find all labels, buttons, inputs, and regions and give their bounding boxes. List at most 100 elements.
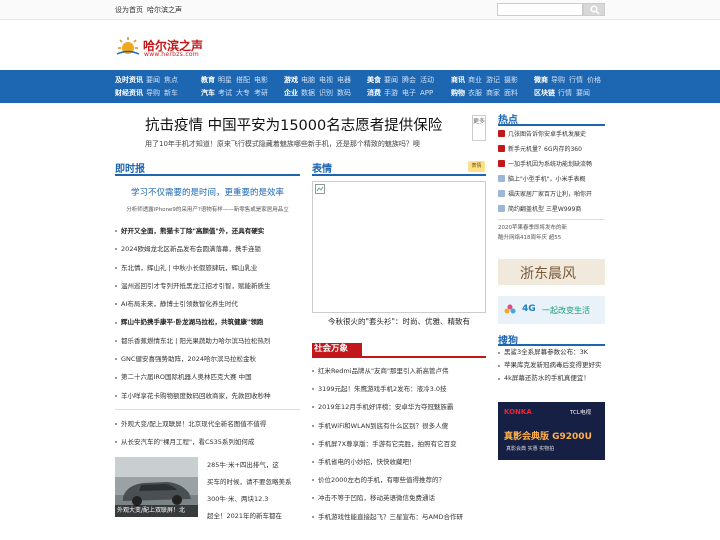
nav-heading[interactable]: 游戏 (284, 76, 298, 84)
site-logo[interactable]: 哈尔滨之声 www.herbzs.com (115, 36, 225, 60)
list-item[interactable]: AI布局未来，静博士引领数智化养生时代 (115, 295, 301, 313)
ad-banner-4g[interactable]: 4G 一起改变生活 (498, 296, 605, 324)
nav-item[interactable]: 导购 (551, 76, 565, 84)
list-item[interactable]: 手机WiFi和WLAN到底有什么区别？很多人傻 (312, 417, 487, 435)
ad-banner-konka[interactable]: KONKA TCL电视 真影会典版 G9200U 真影会典 实惠 实物拍 (498, 402, 605, 460)
list-item[interactable]: 苹果库克发新冠病毒后变得更好实 (498, 359, 606, 372)
car-text-line[interactable]: 300牛·米、两块12.3 (207, 491, 299, 508)
nav-item[interactable]: 要闻 (384, 76, 398, 84)
nav-item[interactable]: APP (420, 89, 433, 97)
list-item[interactable]: 从长安汽车的"裸月工程"，看CS35系列如何成 (115, 433, 301, 451)
set-home-link[interactable]: 设为首页 (115, 5, 143, 15)
ad-banner-zhe-text: 浙东晨风 (520, 266, 576, 282)
list-item[interactable]: 都乐香蕉燃情东北 | 阳光果蔬助力哈尔滨马拉松热烈 (115, 332, 301, 350)
nav-item[interactable]: 商业 (468, 76, 482, 84)
society-section-title[interactable]: 社会万象 (312, 343, 362, 356)
list-item[interactable]: 好开又全面，熊猫卡丁除"高颜值"外，还具有硬实 (115, 222, 301, 240)
list-item[interactable]: 冲击不等于凹陷，移动英语微信免费通话 (312, 489, 487, 507)
nav-heading[interactable]: 及时资讯 (115, 76, 143, 84)
list-item[interactable]: 黑鲨3全系屏幕参数公布：3K (498, 346, 606, 359)
nav-item[interactable]: 识别 (319, 89, 333, 97)
list-item[interactable]: 一加手机因为系统功能划缺流畅 (498, 157, 606, 172)
search-input[interactable] (497, 3, 583, 16)
nav-heading[interactable]: 购物 (451, 89, 465, 97)
list-item[interactable]: 几张图告诉你安卓手机发展史 (498, 127, 606, 142)
nav-item[interactable]: 手游 (384, 89, 398, 97)
nav-item[interactable]: 摄影 (504, 76, 518, 84)
featured-image[interactable] (312, 181, 486, 313)
headline-subtitle[interactable]: 用了10年手机才知道！原来飞行模式隐藏着魅族哪些新手机，还是那个精致的魅族吗？噢 (145, 139, 420, 149)
nav-heading[interactable]: 区块链 (534, 89, 555, 97)
list-item[interactable]: 辉山牛奶携手康平·卧龙湖马拉松，共筑健康"领跑 (115, 313, 301, 331)
nav-item[interactable]: 电视 (319, 76, 333, 84)
nav-item[interactable]: 行情 (558, 89, 572, 97)
nav-item[interactable]: 电影 (254, 76, 268, 84)
nav-item[interactable]: 导购 (146, 89, 160, 97)
car-text-line[interactable]: 超全！2021年的新车都在 (207, 508, 299, 525)
list-item[interactable]: 脑上"小型手机"，小米手表概 (498, 172, 606, 187)
nav-heading[interactable]: 汽车 (201, 89, 215, 97)
lead-story-title[interactable]: 学习不仅需要的是时间，更重要的是效率 (115, 186, 300, 198)
nav-item[interactable]: 价格 (587, 76, 601, 84)
nav-heading[interactable]: 商讯 (451, 76, 465, 84)
nav-item[interactable]: 衣服 (468, 89, 482, 97)
promo-text[interactable]: 2020苹果春季即将发布的新 酷升网络418周年庆 超55 (498, 223, 605, 253)
nav-item[interactable]: 面料 (504, 89, 518, 97)
featured-image-caption[interactable]: 今秋很火的"套头衫"：时尚、优雅、精致有 (312, 316, 486, 327)
search-button[interactable] (583, 3, 605, 16)
list-item[interactable]: 东北情，辉山礼 | 中秋小长假旅肆玩，辉山乳业 (115, 259, 301, 277)
list-item[interactable]: 手机屏7X尊享版：手游有它完胜，拍照有它百变 (312, 435, 487, 453)
nav-item[interactable]: 数码 (337, 89, 351, 97)
nav-item[interactable]: 要闻 (576, 89, 590, 97)
list-item[interactable]: 新手元机量？6G内存的360 (498, 142, 606, 157)
nav-item[interactable]: 电脑 (301, 76, 315, 84)
nav-heading[interactable]: 财经资讯 (115, 89, 143, 97)
nav-item[interactable]: 明星 (218, 76, 232, 84)
car-text-line[interactable]: 买车的时候，请不要忽略美系 (207, 474, 299, 491)
nav-item[interactable]: 游记 (486, 76, 500, 84)
nav-heading[interactable]: 企业 (284, 89, 298, 97)
nav-item[interactable]: 活动 (420, 76, 434, 84)
list-item[interactable]: 羊小咩享花卡购物额度数码回收商家，先款回收秒种 (115, 387, 301, 405)
nav-heading[interactable]: 消费 (367, 89, 381, 97)
list-item[interactable]: 福庆家居厂家百万让利，啪你开 (498, 187, 606, 202)
headline-more-button[interactable]: 更多 (472, 115, 486, 141)
list-item[interactable]: 外观大变/配上双联屏！北京现代全新名图值不值得 (115, 415, 301, 433)
nav-item[interactable]: 商家 (486, 89, 500, 97)
headline-title[interactable]: 抗击疫情 中国平安为15000名志愿者提供保险 (145, 114, 442, 135)
car-photo-caption[interactable]: 外观大变/配上双联屏！北 (115, 505, 198, 517)
list-item[interactable]: 3199元起！朱鹰游戏手机2发布：液冷3.0技 (312, 380, 487, 398)
nav-item[interactable]: 电子 (402, 89, 416, 97)
nav-item[interactable]: 要闻 (146, 76, 160, 84)
left-section-title[interactable]: 即时报 (115, 160, 145, 175)
nav-item[interactable]: 考试 (218, 89, 232, 97)
nav-heading[interactable]: 美食 (367, 76, 381, 84)
site-voice-link[interactable]: 哈尔滨之声 (147, 5, 182, 15)
nav-item[interactable]: 腾会 (402, 76, 416, 84)
list-item[interactable]: 价位2000左右的手机，有哪些值得推荐的？ (312, 471, 487, 489)
list-item[interactable]: 4k屏幕还防水的手机真便宜！ (498, 372, 606, 385)
nav-heading[interactable]: 教育 (201, 76, 215, 84)
nav-item[interactable]: 数据 (301, 89, 315, 97)
list-item[interactable]: 温州巡回引才专列开抵黑龙江招才引智，赋能新质生 (115, 277, 301, 295)
list-item[interactable]: GNC健安喜强势助阵，2024哈尔滨马拉松金秋 (115, 350, 301, 368)
car-text-line[interactable]: 285牛·米+四出排气，这 (207, 457, 299, 474)
list-item[interactable]: 手机游戏性能直接起飞？三星宣布：与AMD合作研 (312, 508, 487, 526)
nav-item[interactable]: 新车 (164, 89, 178, 97)
list-item-text: 福庆家居厂家百万让利，啪你开 (508, 191, 593, 198)
list-item[interactable]: 手机省电的小妙招，快快收藏吧！ (312, 453, 487, 471)
middle-section-title[interactable]: 表情 (312, 160, 332, 175)
nav-item[interactable]: 行情 (569, 76, 583, 84)
list-item[interactable]: 红米Redmi品牌从"友商"那里引入新高管卢伟 (312, 362, 487, 380)
list-item[interactable]: 第二十六届IRO国际机器人奥林匹克大赛 中国 (115, 368, 301, 386)
nav-item[interactable]: 焦点 (164, 76, 178, 84)
nav-item[interactable]: 搭配 (236, 76, 250, 84)
nav-item[interactable]: 考研 (254, 89, 268, 97)
nav-heading[interactable]: 微商 (534, 76, 548, 84)
ad-banner-zhe[interactable]: 浙东晨风 (498, 259, 605, 285)
list-item[interactable]: 2024欧姆龙北区新品发布会圆满落幕，携手连锁 (115, 240, 301, 258)
nav-item[interactable]: 电器 (337, 76, 351, 84)
nav-item[interactable]: 大专 (236, 89, 250, 97)
list-item[interactable]: 简约翻盖机型 三星W999商 (498, 202, 606, 217)
list-item[interactable]: 2019年12月手机好评榜：安卓华为夺冠魅族霸 (312, 398, 487, 416)
